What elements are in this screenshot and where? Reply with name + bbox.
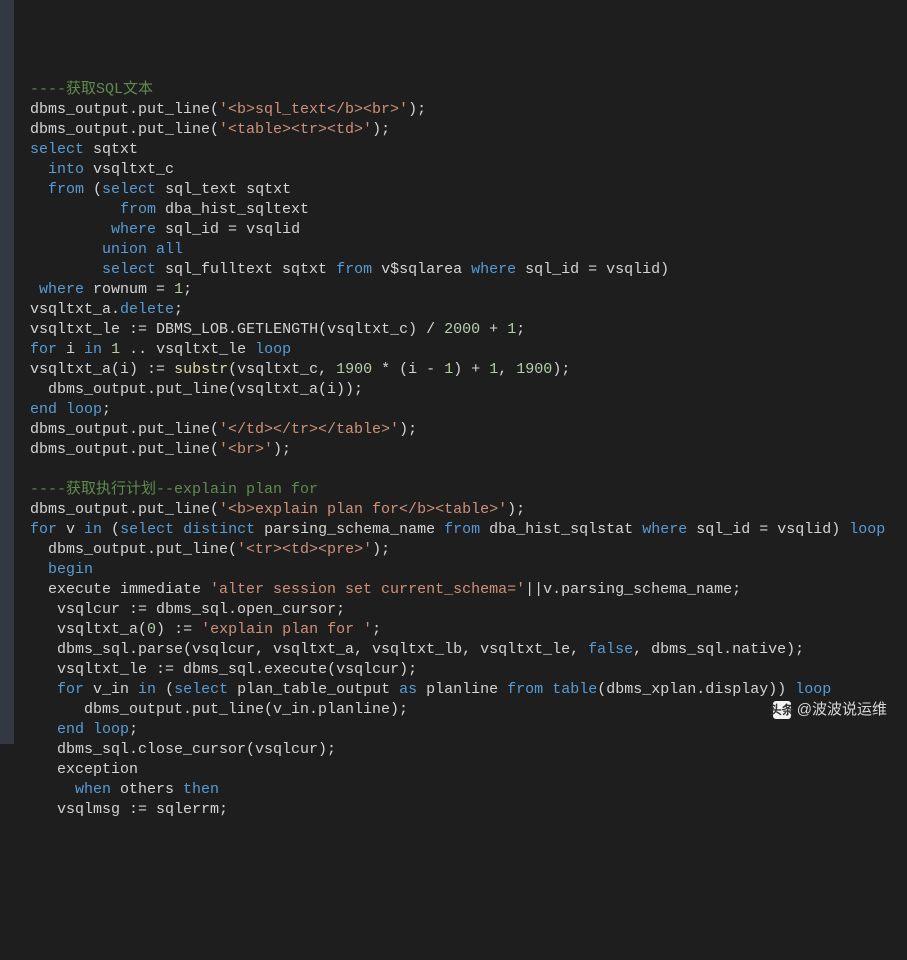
code-line: into vsqltxt_c	[30, 160, 907, 180]
code-line: dbms_output.put_line('<b>explain plan fo…	[30, 500, 907, 520]
code-line: vsqlcur := dbms_sql.open_cursor;	[30, 600, 907, 620]
watermark: 头条 @波波说运维	[773, 700, 887, 720]
code-line: dbms_sql.close_cursor(vsqlcur);	[30, 740, 907, 760]
code-line: union all	[30, 240, 907, 260]
code-line: vsqlmsg := sqlerrm;	[30, 800, 907, 820]
code-line: when others then	[30, 780, 907, 800]
toutiao-logo-icon: 头条	[773, 701, 791, 719]
code-line: vsqltxt_le := DBMS_LOB.GETLENGTH(vsqltxt…	[30, 320, 907, 340]
code-line: for v in (select distinct parsing_schema…	[30, 520, 907, 540]
code-line	[30, 460, 907, 480]
code-line: exception	[30, 760, 907, 780]
code-line: ----获取SQL文本	[30, 80, 907, 100]
code-line: for i in 1 .. vsqltxt_le loop	[30, 340, 907, 360]
code-line: dbms_output.put_line('<table><tr><td>');	[30, 120, 907, 140]
code-line: where sql_id = vsqlid	[30, 220, 907, 240]
code-line: end loop;	[30, 720, 907, 740]
code-line: dbms_output.put_line('<tr><td><pre>');	[30, 540, 907, 560]
code-line: ----获取执行计划--explain plan for	[30, 480, 907, 500]
code-line: vsqltxt_a(i) := substr(vsqltxt_c, 1900 *…	[30, 360, 907, 380]
code-line: dbms_output.put_line(vsqltxt_a(i));	[30, 380, 907, 400]
code-line: begin	[30, 560, 907, 580]
code-line: end loop;	[30, 400, 907, 420]
code-line: from dba_hist_sqltext	[30, 200, 907, 220]
code-line: vsqltxt_a(0) := 'explain plan for ';	[30, 620, 907, 640]
code-line: from (select sql_text sqtxt	[30, 180, 907, 200]
code-line: vsqltxt_a.delete;	[30, 300, 907, 320]
code-line: dbms_sql.parse(vsqlcur, vsqltxt_a, vsqlt…	[30, 640, 907, 660]
watermark-handle: @波波说运维	[797, 700, 887, 720]
code-line: dbms_output.put_line('</td></tr></table>…	[30, 420, 907, 440]
code-line: vsqltxt_le := dbms_sql.execute(vsqlcur);	[30, 660, 907, 680]
code-line: execute immediate 'alter session set cur…	[30, 580, 907, 600]
code-line: select sqtxt	[30, 140, 907, 160]
code-line: where rownum = 1;	[30, 280, 907, 300]
code-line: dbms_output.put_line('<br>');	[30, 440, 907, 460]
code-line: for v_in in (select plan_table_output as…	[30, 680, 907, 700]
code-line: dbms_output.put_line('<b>sql_text</b><br…	[30, 100, 907, 120]
code-line: select sql_fulltext sqtxt from v$sqlarea…	[30, 260, 907, 280]
